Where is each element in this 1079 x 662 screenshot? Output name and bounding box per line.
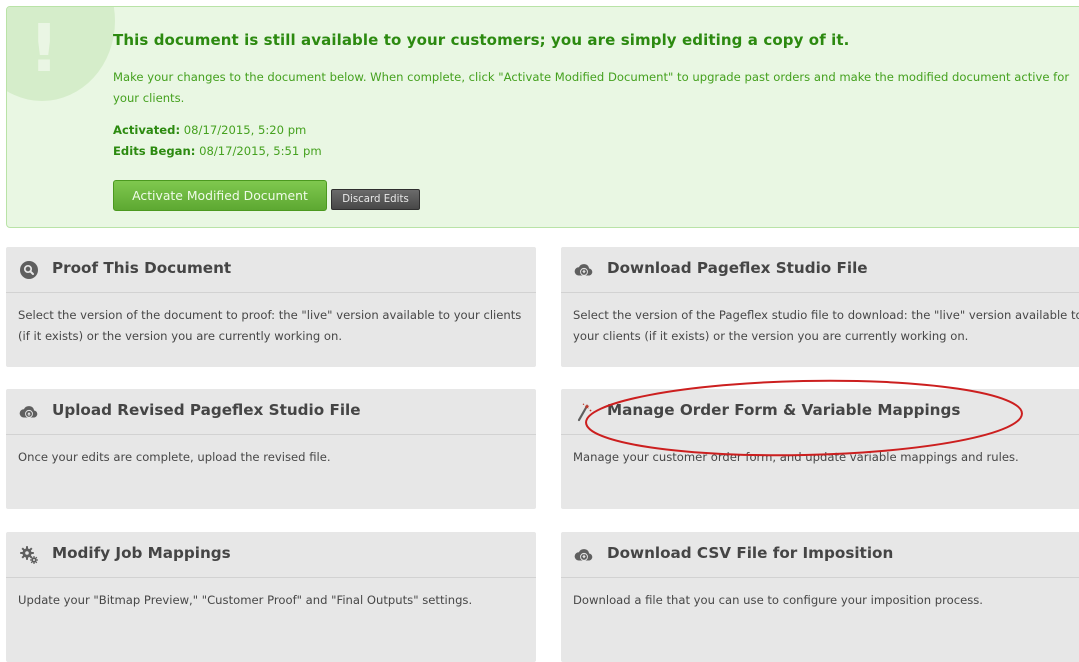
alert-badge (7, 7, 115, 101)
activated-label: Activated: (113, 123, 181, 137)
alert-body: Make your changes to the document below.… (113, 70, 1070, 105)
card-header: Download Pageflex Studio File (561, 247, 1079, 293)
card-header: Download CSV File for Imposition (561, 532, 1079, 578)
manage-order-form-card[interactable]: Manage Order Form & Variable Mappings Ma… (561, 389, 1079, 509)
edits-began-info: Edits Began: 08/17/2015, 5:51 pm (113, 144, 322, 158)
cloud-download-icon (574, 264, 593, 276)
magic-wand-icon (577, 403, 592, 422)
modify-job-mappings-card[interactable]: Modify Job Mappings Update your "Bitmap … (6, 532, 536, 662)
discard-edits-button[interactable]: Discard Edits (331, 189, 420, 210)
card-title: Download Pageflex Studio File (607, 259, 868, 277)
download-studio-file-card[interactable]: Download Pageflex Studio File Select the… (561, 247, 1079, 367)
card-description: Update your "Bitmap Preview," "Customer … (18, 593, 473, 607)
card-title: Proof This Document (52, 259, 232, 277)
upload-revised-file-card[interactable]: Upload Revised Pageflex Studio File Once… (6, 389, 536, 509)
activate-modified-document-button[interactable]: Activate Modified Document (113, 180, 327, 211)
card-description: Select the version of the Pageflex studi… (573, 308, 1079, 343)
alert-title: This document is still available to your… (113, 31, 850, 49)
edit-notice-banner: ! This document is still available to yo… (6, 6, 1079, 228)
proof-document-card[interactable]: Proof This Document Select the version o… (6, 247, 536, 367)
card-description: Manage your customer order form, and upd… (573, 450, 1019, 464)
exclamation-icon: ! (29, 10, 60, 87)
card-header: Modify Job Mappings (6, 532, 536, 578)
card-title: Modify Job Mappings (52, 544, 231, 562)
activated-info: Activated: 08/17/2015, 5:20 pm (113, 123, 306, 137)
card-title: Download CSV File for Imposition (607, 544, 894, 562)
gears-icon (20, 546, 38, 564)
edits-began-label: Edits Began: (113, 144, 196, 158)
card-description: Once your edits are complete, upload the… (18, 450, 331, 464)
card-description: Select the version of the document to pr… (18, 308, 522, 343)
cloud-upload-icon (19, 406, 38, 418)
download-csv-card[interactable]: Download CSV File for Imposition Downloa… (561, 532, 1079, 662)
card-title: Manage Order Form & Variable Mappings (607, 401, 961, 419)
activated-value: 08/17/2015, 5:20 pm (180, 123, 307, 137)
card-description: Download a file that you can use to conf… (573, 593, 983, 607)
card-header: Proof This Document (6, 247, 536, 293)
card-header: Upload Revised Pageflex Studio File (6, 389, 536, 435)
card-title: Upload Revised Pageflex Studio File (52, 401, 361, 419)
edits-began-value: 08/17/2015, 5:51 pm (195, 144, 322, 158)
cloud-download-icon (574, 549, 593, 561)
magnifier-icon (20, 261, 38, 279)
card-header: Manage Order Form & Variable Mappings (561, 389, 1079, 435)
